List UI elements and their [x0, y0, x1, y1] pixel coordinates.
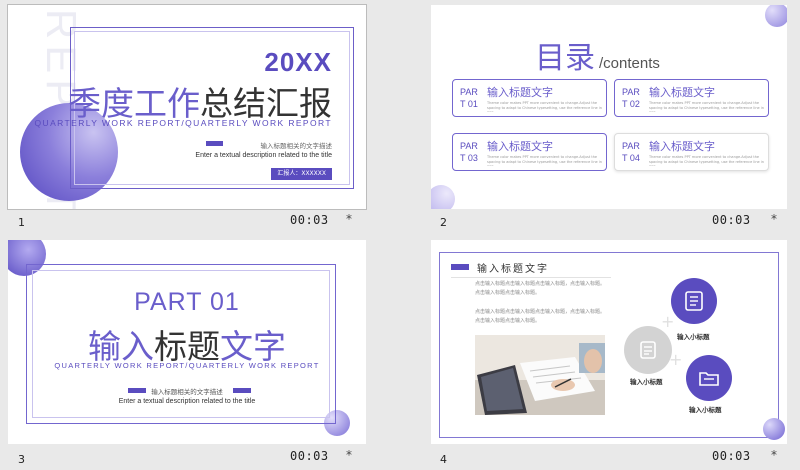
corner-circle-bottom-left [431, 185, 455, 209]
toc-text: Theme color makes PPT more convenient to… [487, 101, 602, 112]
toc-card-4[interactable]: PART 04 输入标题文字 Theme color makes PPT mor… [614, 133, 769, 171]
reporter-badge: 汇报人：XXXXXX [271, 168, 332, 180]
toc-heading: 输入标题文字 [487, 86, 553, 99]
contents-title-cn: 目录 [535, 41, 595, 76]
animation-star-icon[interactable]: * [346, 212, 352, 226]
office-photo [475, 335, 605, 415]
corner-circle-bottom-right [763, 418, 785, 440]
toc-text: Theme color makes PPT more convenient to… [487, 155, 602, 166]
section-heading-text: 输入标题文字 [477, 264, 549, 275]
animation-star-icon[interactable]: * [771, 448, 777, 462]
toc-card-2[interactable]: PART 02 输入标题文字 Theme color makes PPT mor… [614, 79, 769, 117]
toc-card-1[interactable]: PART 01 输入标题文字 Theme color makes PPT mor… [452, 79, 607, 117]
toc-heading: 输入标题文字 [649, 86, 715, 99]
heading-accent-bar [451, 264, 469, 270]
document-icon [640, 341, 656, 359]
description-en: Enter a textual description related to t… [118, 398, 256, 405]
toc-part-number: PART 03 [460, 141, 478, 163]
toc-card-3[interactable]: PART 03 输入标题文字 Theme color makes PPT mor… [452, 133, 607, 171]
subtitle-label-left: 输入小标题 [630, 378, 663, 386]
paragraph-1: 点击输入标题点击输入标题点击输入标题，点击输入标题。点击输入标题点击输入标题。 [475, 281, 606, 296]
icon-circle-left[interactable] [624, 326, 672, 374]
slide-thumbnail-3[interactable]: PART 01 输入标题文字 QUARTERLY WORK REPORT/QUA… [8, 240, 366, 444]
contents-title: 目录/contents [535, 33, 660, 77]
folder-icon [699, 372, 719, 386]
icon-circle-bottom[interactable] [686, 355, 732, 401]
subtitle: QUARTERLY WORK REPORT/QUARTERLY WORK REP… [34, 118, 332, 128]
description-en: Enter a textual description related to t… [195, 152, 332, 159]
slide-number: 4 [440, 453, 447, 466]
subtitle: QUARTERLY WORK REPORT/QUARTERLY WORK REP… [54, 361, 320, 370]
slide-timing: 00:03 [712, 449, 751, 463]
toc-text: Theme color makes PPT more convenient to… [649, 101, 764, 112]
description-cn: 输入标题相关的文字描述 [151, 388, 223, 396]
subtitle-label-top: 输入小标题 [677, 333, 710, 341]
slide-thumbnail-1[interactable]: REPORT 20XX 季度工作总结汇报 QUARTERLY WORK REPO… [7, 4, 367, 210]
slide-timing: 00:03 [290, 213, 329, 227]
description-cn: 输入标题相关的文字描述 [260, 142, 333, 150]
toc-heading: 输入标题文字 [487, 140, 553, 153]
plus-decoration: + [661, 312, 675, 331]
icon-circle-top[interactable] [671, 278, 717, 324]
contents-title-en: /contents [599, 55, 660, 72]
laptop-documents-illustration [475, 335, 605, 415]
slide-thumbnail-4[interactable]: 输入标题文字 点击输入标题点击输入标题点击输入标题，点击输入标题。点击输入标题点… [431, 240, 787, 444]
slide-timing: 00:03 [712, 213, 751, 227]
year-text: 20XX [264, 47, 332, 77]
toc-heading: 输入标题文字 [649, 140, 715, 153]
animation-star-icon[interactable]: * [346, 448, 352, 462]
part-number: PART 01 [134, 288, 240, 316]
toc-part-number: PART 02 [622, 87, 640, 109]
toc-text: Theme color makes PPT more convenient to… [649, 155, 764, 166]
toc-part-number: PART 01 [460, 87, 478, 109]
corner-circle-top-right [765, 5, 787, 27]
animation-star-icon[interactable]: * [771, 212, 777, 226]
slide-number: 1 [18, 216, 25, 229]
checklist-icon [685, 291, 703, 311]
slide-number: 2 [440, 216, 447, 229]
slide-thumbnail-2[interactable]: 目录/contents PART 01 输入标题文字 Theme color m… [431, 5, 787, 209]
slide-number: 3 [18, 453, 25, 466]
accent-bar [206, 141, 223, 146]
heading-divider [451, 277, 611, 278]
slide-timing: 00:03 [290, 449, 329, 463]
paragraph-2: 点击输入标题点击输入标题点击输入标题，点击输入标题。点击输入标题点击输入标题。 [475, 309, 606, 324]
subtitle-label-bottom: 输入小标题 [689, 406, 722, 414]
toc-part-number: PART 04 [622, 141, 640, 163]
